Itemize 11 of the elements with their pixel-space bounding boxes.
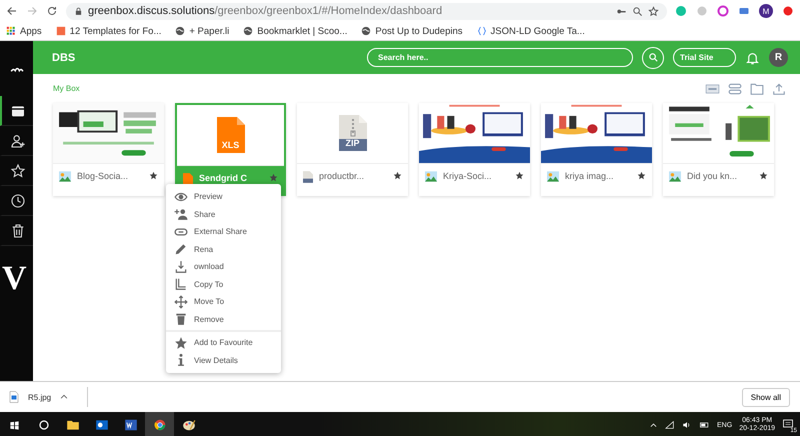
url-text: greenbox.discus.solutions/greenbox/greenbox1/#/HomeIndex/dashboard — [88, 5, 442, 17]
overlay-letter: V — [2, 262, 27, 296]
file-name: kriya imag... — [565, 171, 614, 181]
file-name: Kriya-Soci... — [443, 171, 492, 181]
file-name: productbr... — [319, 171, 364, 181]
file-type-label: XLS — [220, 140, 240, 150]
file-name: Sendgrid C — [199, 173, 248, 183]
file-name: Blog-Socia... — [77, 171, 128, 181]
app-title: DBS — [52, 52, 76, 64]
file-type-label: ZIP — [344, 138, 360, 148]
file-name: Did you kn... — [687, 171, 738, 181]
